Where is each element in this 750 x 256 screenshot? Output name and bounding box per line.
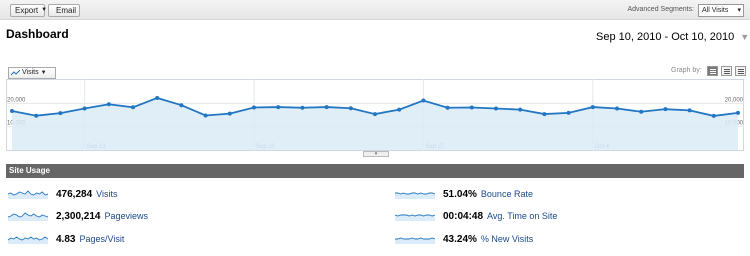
visits-data-point: [736, 110, 740, 115]
visits-data-point: [82, 106, 87, 111]
visits-data-point: [494, 106, 498, 111]
chevron-down-icon: ▼: [740, 32, 750, 42]
site-usage-row: 476,284 Visits: [8, 187, 118, 201]
site-usage-row: 43.24% % New Visits: [395, 232, 533, 246]
visits-data-point: [542, 112, 547, 117]
advanced-segments-label: Advanced Segments:: [627, 6, 694, 13]
metric-link[interactable]: Visits: [96, 189, 117, 199]
site-usage-heading: Site Usage: [6, 164, 744, 178]
metric-link[interactable]: Pageviews: [105, 211, 149, 221]
metric-value: 51.04%: [443, 188, 477, 200]
visits-data-point: [663, 107, 668, 112]
visits-data-point: [711, 113, 716, 118]
chevron-down-icon: ▼: [41, 7, 48, 13]
visits-data-point: [227, 111, 232, 116]
bars-icon: [737, 69, 744, 70]
date-range-picker[interactable]: Sep 10, 2010 - Oct 10, 2010 ▼: [596, 27, 749, 47]
sparkline-icon: [8, 212, 48, 221]
metric-link[interactable]: Avg. Time on Site: [487, 211, 557, 221]
graph-by-week-button[interactable]: [721, 66, 732, 76]
email-label: Email: [56, 6, 77, 15]
metric-link[interactable]: Pages/Visit: [79, 234, 124, 244]
visits-data-point: [34, 113, 39, 118]
chevron-down-icon: ▼: [40, 70, 47, 76]
visits-data-point: [324, 105, 329, 110]
segment-select[interactable]: All Visits ▾: [698, 4, 744, 17]
visits-data-point: [252, 105, 256, 110]
date-range-text: Sep 10, 2010 - Oct 10, 2010: [596, 31, 735, 43]
metric-link[interactable]: % New Visits: [481, 234, 533, 244]
visits-data-point: [639, 109, 644, 114]
graph-by-month-button[interactable]: [735, 66, 746, 76]
y-tick-label: 20,000: [725, 97, 744, 103]
visits-data-point: [276, 105, 281, 110]
y-tick-label: 20,000: [7, 97, 26, 103]
visits-data-point: [397, 107, 402, 112]
visits-data-point: [687, 108, 692, 113]
email-button[interactable]: Email: [48, 4, 80, 17]
metric-value: 476,284: [56, 188, 93, 200]
visits-data-point: [373, 112, 377, 117]
line-chart-icon: [11, 70, 20, 76]
visits-data-point: [179, 103, 184, 108]
bars-icon: [723, 69, 730, 70]
graph-by-label: Graph by:: [671, 67, 702, 74]
visits-data-point: [421, 98, 426, 103]
metric-link[interactable]: Bounce Rate: [481, 189, 533, 199]
page-title: Dashboard: [6, 27, 69, 41]
sparkline-icon: [8, 190, 48, 199]
sparkline-icon: [395, 192, 435, 199]
graph-metric-label: Visits: [22, 69, 39, 76]
visits-data-point: [445, 105, 450, 110]
visits-data-point: [566, 110, 571, 115]
visits-data-point: [203, 113, 208, 118]
export-label: Export: [15, 6, 39, 15]
export-button[interactable]: Export ▼: [10, 4, 48, 17]
visits-data-point: [615, 106, 619, 111]
visits-line-chart[interactable]: 20,00020,00010,00010,000Sep 13Sep 20Sep …: [6, 79, 744, 151]
site-usage-row: 2,300,214 Pageviews: [8, 209, 148, 223]
metric-value: 2,300,214: [56, 210, 101, 222]
site-usage-row: 51.04% Bounce Rate: [395, 187, 533, 201]
metric-value: 4.83: [56, 233, 76, 245]
visits-data-point: [131, 105, 135, 110]
visits-data-point: [348, 106, 353, 111]
chevron-down-icon: ▾: [737, 7, 741, 14]
visits-data-point: [155, 95, 160, 100]
visits-data-point: [58, 111, 63, 116]
sparkline-icon: [395, 237, 435, 244]
visits-data-point: [469, 105, 474, 110]
graph-by-day-button[interactable]: [707, 66, 718, 76]
bars-icon: [709, 69, 716, 70]
visits-data-point: [518, 107, 523, 112]
visits-data-point: [590, 105, 595, 110]
toolbar: Export ▼ Email Advanced Segments: All Vi…: [0, 0, 750, 20]
sparkline-icon: [395, 214, 435, 221]
graph-metric-select[interactable]: Visits ▼: [8, 67, 56, 79]
chart-resize-handle[interactable]: ▾: [363, 151, 389, 157]
segment-value: All Visits: [702, 7, 729, 14]
site-usage-row: 00:04:48 Avg. Time on Site: [395, 209, 557, 223]
metric-value: 43.24%: [443, 233, 477, 245]
site-usage-row: 4.83 Pages/Visit: [8, 232, 124, 246]
visits-data-point: [10, 109, 14, 114]
sparkline-icon: [8, 236, 48, 244]
metric-value: 00:04:48: [443, 210, 484, 222]
visits-data-point: [300, 105, 305, 110]
visits-data-point: [106, 102, 111, 107]
